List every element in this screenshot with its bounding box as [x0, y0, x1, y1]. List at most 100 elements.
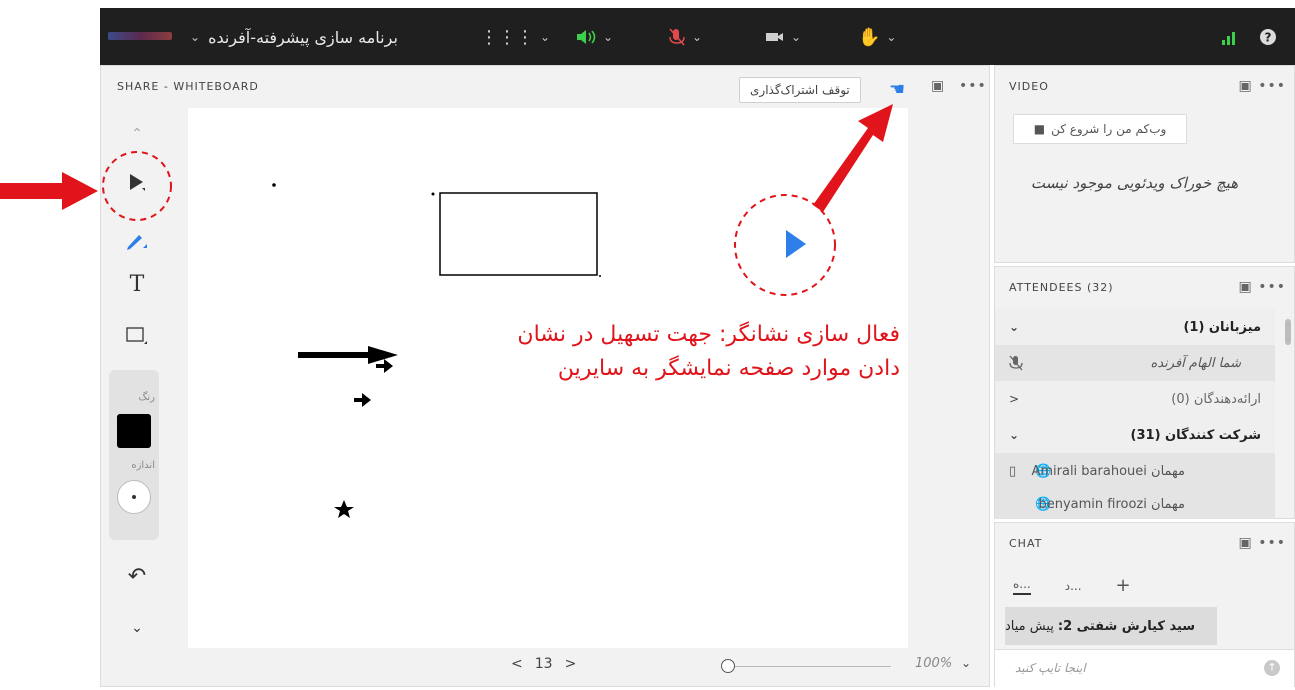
arrow-shape[interactable] — [298, 346, 398, 364]
chevron-down-icon: ⌄ — [692, 30, 703, 44]
text-tool-icon[interactable]: T — [117, 264, 157, 304]
stop-sharing-button[interactable]: توقف اشتراک‌گذاری — [739, 77, 861, 103]
pod-controls[interactable]: ▣ ••• — [1239, 535, 1286, 551]
more-options-icon[interactable]: ••• — [959, 78, 987, 94]
webcam-button-label: وب‌کم من را شروع کن — [1051, 122, 1167, 136]
arrow-shape[interactable] — [376, 359, 393, 373]
pointer-cursor-icon — [786, 230, 806, 258]
microphone-muted-icon — [669, 28, 685, 46]
raise-hand-menu[interactable]: ✋ ⌄ — [858, 22, 896, 52]
microphone-menu[interactable]: ⌄ — [668, 22, 702, 52]
microphone-muted-icon — [1009, 355, 1023, 371]
chat-pod-title: CHAT — [1009, 537, 1043, 550]
whiteboard-toolbar: ⌃ T رنگ اندازه ↶ ⌄ — [101, 108, 181, 648]
next-page-icon[interactable]: > — [565, 656, 577, 672]
help-icon[interactable]: ? — [1259, 28, 1277, 46]
pod-controls[interactable]: ▣ ••• — [1239, 279, 1286, 295]
group-label: ارائه‌دهندگان (0) — [1171, 391, 1261, 407]
undo-icon[interactable]: ↶ — [117, 556, 157, 596]
chat-tab[interactable]: ه... — [1013, 577, 1031, 595]
share-pod-title: SHARE - WHITEBOARD — [117, 80, 259, 93]
chat-message: سید کیارش شفتی 2: پیش میاد — [1005, 607, 1217, 645]
chevron-down-icon: ⌄ — [540, 30, 551, 44]
attendees-pod-title: ATTENDEES (32) — [1009, 281, 1114, 294]
chevron-down-icon: ⌄ — [791, 30, 802, 44]
connection-signal-icon[interactable] — [1221, 29, 1239, 45]
shape-tool-icon[interactable] — [117, 316, 157, 356]
topbar-right: ? — [1221, 22, 1277, 52]
attendee-group-participants[interactable]: ⌄ شرکت کنندگان (31) — [995, 417, 1275, 453]
zoom-dropdown-icon[interactable]: ⌄ — [961, 656, 971, 670]
chat-tabs: ه... د... + — [1013, 575, 1131, 596]
size-label: اندازه — [131, 460, 155, 471]
previous-page-icon[interactable]: < — [511, 656, 523, 672]
mobile-device-icon: ▯ — [1009, 463, 1017, 479]
annotation-arrow-left — [0, 172, 98, 210]
pointer-toggle-icon[interactable]: ☚ — [889, 79, 905, 100]
attendees-pod: ATTENDEES (32) ▣ ••• ⌄ میزبانان (1) شما … — [994, 266, 1295, 519]
color-size-panel: رنگ اندازه — [109, 370, 159, 540]
speaker-menu[interactable]: ⌄ — [575, 22, 613, 52]
attendee-group-hosts[interactable]: ⌄ میزبانان (1) — [995, 309, 1275, 345]
color-swatch[interactable] — [117, 414, 151, 448]
attendee-row[interactable]: 🌐 benyamin firoozi مهمان — [995, 489, 1275, 519]
scroll-up-icon[interactable]: ⌃ — [117, 114, 157, 154]
attendees-scrollbar[interactable] — [1284, 315, 1292, 515]
group-label: شرکت کنندگان (31) — [1130, 427, 1261, 443]
chevron-down-icon: ⌄ — [190, 30, 201, 44]
annotation-line-1: فعال سازی نشانگر: جهت تسهیل در نشان — [517, 322, 900, 347]
size-picker[interactable] — [117, 480, 151, 514]
chat-input[interactable]: اینجا تایپ کنید ↑ — [995, 649, 1294, 688]
chat-input-placeholder: اینجا تایپ کنید — [1015, 661, 1086, 675]
dot-shape — [272, 183, 276, 187]
share-header: SHARE - WHITEBOARD توقف اشتراک‌گذاری ☚ ▣… — [101, 66, 989, 108]
pencil-tool-icon[interactable] — [117, 220, 157, 260]
camera-icon: ■ — [1033, 122, 1046, 136]
zoom-slider-knob[interactable] — [721, 659, 735, 673]
grid-icon: ⋮⋮⋮ — [480, 26, 534, 48]
attendee-row[interactable]: شما الهام آفرنده — [995, 345, 1275, 381]
rectangle-handle — [431, 192, 435, 196]
group-label: میزبانان (1) — [1183, 319, 1261, 335]
star-shape[interactable] — [334, 500, 354, 518]
hand-icon: ✋ — [858, 26, 881, 48]
size-dot — [132, 495, 136, 499]
maximize-icon[interactable]: ▣ — [931, 78, 944, 94]
page-number: 13 — [534, 656, 553, 672]
app-title-menu[interactable]: برنامه سازی پیشرفته-آفرنده ⌄ — [190, 22, 398, 52]
add-chat-tab-icon[interactable]: + — [1116, 575, 1131, 596]
attendee-name: benyamin firoozi مهمان — [1038, 496, 1185, 512]
arrow-shape[interactable] — [354, 393, 371, 407]
pod-controls[interactable]: ▣ ••• — [1239, 78, 1286, 94]
camera-menu[interactable]: ⌄ — [765, 22, 801, 52]
chat-tab[interactable]: د... — [1065, 579, 1082, 593]
scroll-down-icon[interactable]: ⌄ — [117, 608, 157, 648]
chevron-down-icon: ⌄ — [1009, 320, 1020, 334]
app-logo — [108, 32, 172, 40]
video-pod: VIDEO ▣ ••• وب‌کم من را شروع کن ■ هیچ خو… — [994, 65, 1295, 263]
send-icon[interactable]: ↑ — [1264, 660, 1280, 676]
attendee-name: Amirali barahouei مهمان — [1031, 463, 1185, 479]
page-navigator: < 13 > — [511, 656, 576, 672]
chat-pod: CHAT ▣ ••• ه... د... + سید کیارش شفتی 2:… — [994, 522, 1295, 688]
annotation-caption: فعال سازی نشانگر: جهت تسهیل در نشان دادن… — [420, 318, 900, 386]
chevron-right-icon: > — [1009, 392, 1020, 406]
zoom-slider[interactable] — [721, 659, 891, 673]
attendee-group-presenters[interactable]: > ارائه‌دهندگان (0) — [995, 381, 1275, 417]
speaker-icon — [577, 30, 596, 44]
attendee-row[interactable]: ▯ 🌐 Amirali barahouei مهمان — [995, 453, 1275, 489]
rectangle-handle — [599, 275, 601, 277]
selection-tool-icon[interactable] — [117, 162, 157, 202]
svg-text:?: ? — [1265, 31, 1272, 45]
layouts-menu[interactable]: ⋮⋮⋮ ⌄ — [480, 22, 550, 52]
share-footer: < 13 > 100% ⌄ — [101, 648, 989, 688]
video-pod-title: VIDEO — [1009, 80, 1049, 93]
start-webcam-button[interactable]: وب‌کم من را شروع کن ■ — [1013, 114, 1187, 144]
attendee-name: شما الهام آفرنده — [1150, 355, 1241, 371]
rectangle-shape[interactable] — [439, 192, 598, 276]
chat-message-text: پیش میاد — [1005, 618, 1054, 634]
color-label: رنگ — [138, 392, 155, 403]
chevron-down-icon: ⌄ — [1009, 428, 1020, 442]
scrollbar-thumb[interactable] — [1285, 319, 1291, 345]
app-title: برنامه سازی پیشرفته-آفرنده — [208, 27, 398, 47]
